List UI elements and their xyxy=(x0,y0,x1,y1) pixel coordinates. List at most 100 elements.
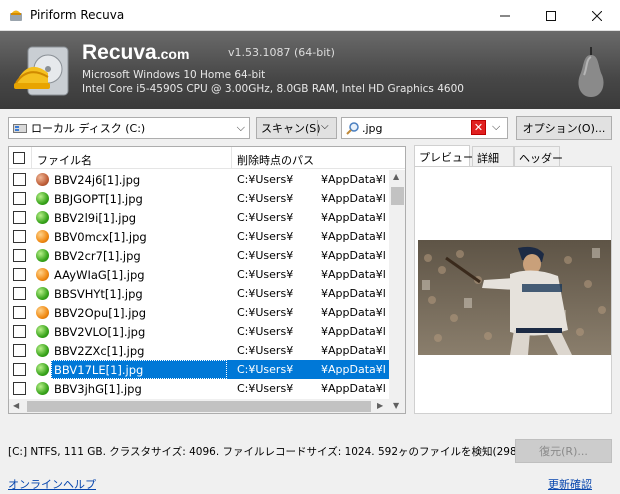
file-path-tail: ¥AppData¥l xyxy=(321,173,386,186)
status-green-icon xyxy=(36,287,49,300)
maximize-icon xyxy=(546,10,556,21)
table-row[interactable]: BBV2l9i[1].jpg C:¥Users¥ ¥AppData¥l xyxy=(9,208,389,227)
row-checkbox[interactable] xyxy=(13,382,26,395)
recuva-app-icon xyxy=(10,10,22,21)
file-path: C:¥Users¥ xyxy=(237,306,294,319)
column-filename[interactable]: ファイル名 xyxy=(37,152,92,168)
row-checkbox[interactable] xyxy=(13,325,26,338)
row-checkbox[interactable] xyxy=(13,363,26,376)
scroll-up-icon[interactable]: ▲ xyxy=(393,172,399,181)
table-row[interactable]: BBV2cr7[1].jpg C:¥Users¥ ¥AppData¥l xyxy=(9,246,389,265)
file-name: BBJGOPT[1].jpg xyxy=(54,192,143,206)
online-help-link[interactable]: オンラインヘルプ xyxy=(8,476,96,492)
scroll-left-icon[interactable]: ◀ xyxy=(13,401,19,410)
file-path: C:¥Users¥ xyxy=(237,173,294,186)
recover-button[interactable]: 復元(R)... xyxy=(515,439,612,463)
clear-filter-icon[interactable]: ✕ xyxy=(471,120,486,135)
table-row[interactable]: BBV17LE[1].jpg C:¥Users¥ ¥AppData¥l xyxy=(9,360,389,379)
list-header: ファイル名 削除時点のパス xyxy=(9,147,405,169)
row-checkbox[interactable] xyxy=(13,287,26,300)
row-checkbox[interactable] xyxy=(13,306,26,319)
tab-preview[interactable]: プレビュー xyxy=(414,145,474,166)
file-path-tail: ¥AppData¥l xyxy=(321,325,386,338)
table-row[interactable]: BBV2ZXc[1].jpg C:¥Users¥ ¥AppData¥l xyxy=(9,341,389,360)
chevron-down-icon: ⌵ xyxy=(236,121,245,134)
close-button[interactable] xyxy=(574,0,620,31)
table-row[interactable]: BBSVHYt[1].jpg C:¥Users¥ ¥AppData¥l xyxy=(9,284,389,303)
scan-label: スキャン(S) xyxy=(261,122,321,135)
title-bar: Piriform Recuva xyxy=(0,0,620,31)
select-all-checkbox[interactable] xyxy=(13,152,25,164)
options-button[interactable]: オプション(O)... xyxy=(516,116,612,140)
file-name: BBV3jhG[1].jpg xyxy=(54,382,142,396)
drive-select[interactable]: ローカル ディスク (C:) ⌵ xyxy=(8,117,250,139)
row-checkbox[interactable] xyxy=(13,173,26,186)
file-name: BBV0mcx[1].jpg xyxy=(54,230,147,244)
status-orange-icon xyxy=(36,230,49,243)
divider xyxy=(317,120,318,136)
file-path: C:¥Users¥ xyxy=(237,192,294,205)
table-row[interactable]: AAyWIaG[1].jpg C:¥Users¥ ¥AppData¥l xyxy=(9,265,389,284)
status-text: [C:] NTFS, 111 GB. クラスタサイズ: 4096. ファイルレコ… xyxy=(8,446,561,458)
horizontal-scrollbar[interactable]: ◀ ▶ xyxy=(9,399,389,413)
scroll-thumb[interactable] xyxy=(27,401,371,412)
vertical-scrollbar[interactable]: ▲ ▼ xyxy=(389,170,405,413)
filter-dropdown-icon[interactable]: ⌵ xyxy=(492,120,500,134)
scroll-thumb[interactable] xyxy=(391,187,404,205)
file-path: C:¥Users¥ xyxy=(237,382,294,395)
row-checkbox[interactable] xyxy=(13,211,26,224)
status-green-icon xyxy=(36,382,49,395)
minimize-icon xyxy=(500,15,510,16)
file-path-tail: ¥AppData¥l xyxy=(321,230,386,243)
table-row[interactable]: BBV3jhG[1].jpg C:¥Users¥ ¥AppData¥l xyxy=(9,379,389,398)
file-path-tail: ¥AppData¥l xyxy=(321,287,386,300)
row-checkbox[interactable] xyxy=(13,344,26,357)
table-row[interactable]: BBV2VLO[1].jpg C:¥Users¥ ¥AppData¥l xyxy=(9,322,389,341)
file-name: BBSVHYt[1].jpg xyxy=(54,287,143,301)
drive-label: ローカル ディスク (C:) xyxy=(31,122,146,135)
row-checkbox[interactable] xyxy=(13,230,26,243)
piriform-pear-icon xyxy=(578,47,604,97)
status-orange-icon xyxy=(36,268,49,281)
table-row[interactable]: BBV0mcx[1].jpg C:¥Users¥ ¥AppData¥l xyxy=(9,227,389,246)
tab-info[interactable]: 詳細 xyxy=(472,146,514,166)
file-path: C:¥Users¥ xyxy=(237,230,294,243)
os-info: Microsoft Windows 10 Home 64-bit xyxy=(82,69,266,81)
file-name: BBV2Opu[1].jpg xyxy=(54,306,146,320)
window-title: Piriform Recuva xyxy=(30,8,125,22)
table-row[interactable]: BBV24j6[1].jpg C:¥Users¥ ¥AppData¥l xyxy=(9,170,389,189)
file-list[interactable]: ファイル名 削除時点のパス BBV24j6[1].jpg C:¥Users¥ ¥Ap… xyxy=(8,146,406,414)
table-row[interactable]: BBJGOPT[1].jpg C:¥Users¥ ¥AppData¥l xyxy=(9,189,389,208)
file-name: BBV2l9i[1].jpg xyxy=(54,211,137,225)
scroll-right-icon[interactable]: ▶ xyxy=(377,401,383,410)
tab-header[interactable]: ヘッダー xyxy=(514,146,563,166)
row-checkbox[interactable] xyxy=(13,249,26,262)
status-green-icon xyxy=(36,249,49,262)
file-path-tail: ¥AppData¥l xyxy=(321,268,386,281)
status-green-icon xyxy=(36,192,49,205)
hardware-info: Intel Core i5-4590S CPU @ 3.00GHz, 8.0GB… xyxy=(82,83,464,95)
recuva-logo-icon xyxy=(14,46,69,96)
minimize-button[interactable] xyxy=(482,0,528,31)
file-path: C:¥Users¥ xyxy=(237,287,294,300)
scroll-down-icon[interactable]: ▼ xyxy=(393,401,399,410)
row-checkbox[interactable] xyxy=(13,268,26,281)
status-orange-icon xyxy=(36,306,49,319)
maximize-button[interactable] xyxy=(528,0,574,31)
scan-button[interactable]: スキャン(S) ⌵ xyxy=(256,117,337,139)
brand-name: Recuva.com xyxy=(82,41,190,64)
scan-dropdown-icon[interactable]: ⌵ xyxy=(321,121,329,132)
header-banner: Recuva.com v1.53.1087 (64-bit) Microsoft… xyxy=(0,31,620,109)
column-path[interactable]: 削除時点のパス xyxy=(237,152,314,168)
file-name: BBV2cr7[1].jpg xyxy=(54,249,141,263)
status-green-icon xyxy=(36,363,49,376)
file-path-tail: ¥AppData¥l xyxy=(321,306,386,319)
file-path: C:¥Users¥ xyxy=(237,363,294,376)
check-updates-link[interactable]: 更新確認 xyxy=(548,476,592,492)
table-row[interactable]: BBV2Opu[1].jpg C:¥Users¥ ¥AppData¥l xyxy=(9,303,389,322)
filter-input[interactable] xyxy=(362,120,472,136)
status-green-icon xyxy=(36,344,49,357)
magnifier-icon xyxy=(346,122,359,135)
file-path-tail: ¥AppData¥l xyxy=(321,344,386,357)
row-checkbox[interactable] xyxy=(13,192,26,205)
